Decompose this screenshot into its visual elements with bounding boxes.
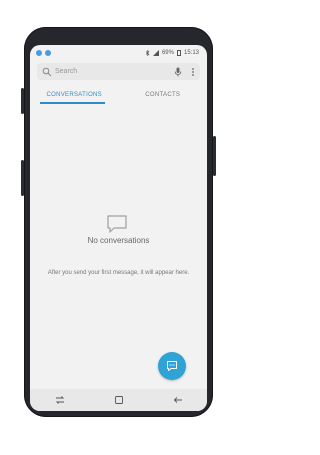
bluetooth-icon bbox=[145, 49, 150, 56]
tab-conversations[interactable]: CONVERSATIONS bbox=[30, 85, 119, 105]
status-right: 69% 15:13 bbox=[145, 49, 199, 56]
empty-conversations-icon bbox=[107, 215, 127, 233]
search-icon bbox=[42, 67, 52, 76]
screen: 69% 15:13 Search CONVERSATIONS CONTACTS … bbox=[30, 45, 207, 411]
volume-button bbox=[21, 88, 24, 114]
notification-icon bbox=[36, 49, 42, 56]
bixby-button bbox=[21, 160, 24, 196]
recents-icon[interactable] bbox=[54, 394, 66, 406]
empty-state-title: No conversations bbox=[87, 236, 150, 245]
signal-icon bbox=[152, 49, 159, 56]
battery-percent: 69% bbox=[161, 49, 174, 56]
tab-bar: CONVERSATIONS CONTACTS bbox=[30, 85, 207, 105]
clock: 15:13 bbox=[183, 49, 199, 56]
compose-button[interactable] bbox=[158, 352, 186, 380]
home-icon[interactable] bbox=[113, 394, 125, 406]
empty-state-subtitle: After you send your first message, it wi… bbox=[47, 270, 190, 276]
navigation-bar bbox=[30, 389, 207, 411]
notification-icons bbox=[36, 49, 51, 56]
search-bar[interactable]: Search bbox=[37, 63, 200, 80]
notification-icon bbox=[45, 49, 51, 56]
search-input[interactable]: Search bbox=[55, 68, 174, 75]
power-button bbox=[213, 136, 216, 176]
back-icon[interactable] bbox=[172, 394, 184, 406]
microphone-icon[interactable] bbox=[174, 67, 182, 77]
tab-contacts[interactable]: CONTACTS bbox=[119, 85, 208, 105]
battery-icon bbox=[176, 49, 181, 56]
more-options-icon[interactable] bbox=[190, 67, 196, 77]
status-bar: 69% 15:13 bbox=[30, 45, 207, 60]
chat-bubble-icon bbox=[167, 361, 177, 371]
